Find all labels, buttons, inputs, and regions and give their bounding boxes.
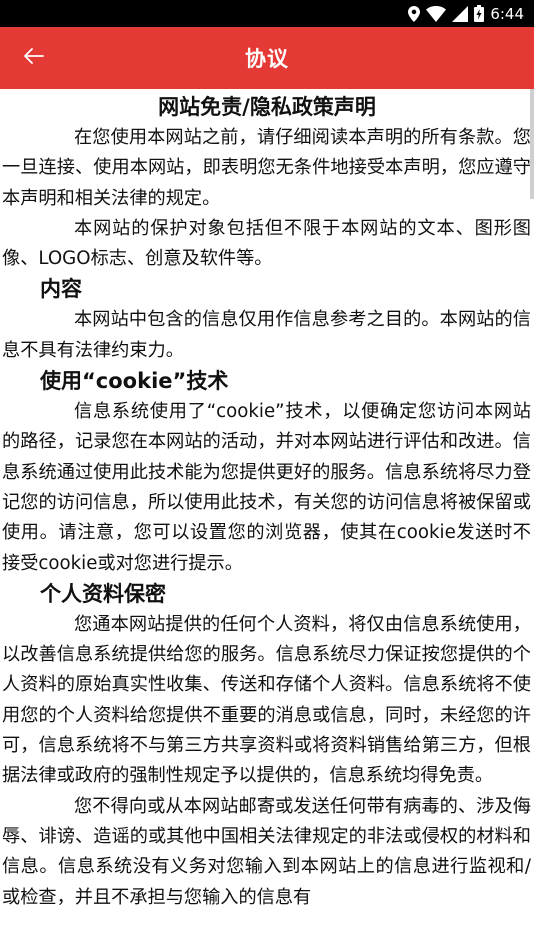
document-content[interactable]: 网站免责/隐私政策声明 在您使用本网站之前，请仔细阅读本声明的所有条款。您一旦连…	[0, 89, 534, 950]
wifi-icon	[426, 5, 447, 22]
scrollbar[interactable]	[530, 89, 534, 199]
paragraph: 您不得向或从本网站邮寄或发送任何带有病毒的、涉及侮辱、诽谤、造谣的或其他中国相关…	[2, 795, 531, 908]
paragraph: 本网站的保护对象包括但不限于本网站的文本、图形图像、LOGO标志、创意及软件等。	[2, 217, 531, 270]
document-title: 网站免责/隐私政策声明	[158, 95, 376, 119]
arrow-left-icon	[24, 48, 44, 68]
app-bar: 协议	[0, 27, 534, 89]
status-bar: 6:44	[0, 0, 534, 27]
battery-icon	[474, 5, 485, 22]
section-heading: 内容	[40, 277, 82, 302]
back-button[interactable]	[14, 38, 54, 78]
paragraph: 在您使用本网站之前，请仔细阅读本声明的所有条款。您一旦连接、使用本网站，即表明您…	[2, 127, 531, 209]
location-icon	[408, 5, 421, 22]
section-heading: 个人资料保密	[40, 581, 166, 606]
paragraph: 本网站中包含的信息仅用作信息参考之目的。本网站的信息不具有法律约束力。	[2, 309, 531, 361]
signal-icon	[452, 5, 469, 22]
status-time: 6:44	[490, 4, 524, 23]
paragraph: 信息系统使用了“cookie”技术，以便确定您访问本网站的路径，记录您在本网站的…	[2, 401, 531, 574]
paragraph: 您通本网站提供的任何个人资料，将仅由信息系统使用，以改善信息系统提供给您的服务。…	[2, 613, 531, 787]
section-heading: 使用“cookie”技术	[40, 369, 229, 394]
page-title: 协议	[245, 47, 289, 71]
